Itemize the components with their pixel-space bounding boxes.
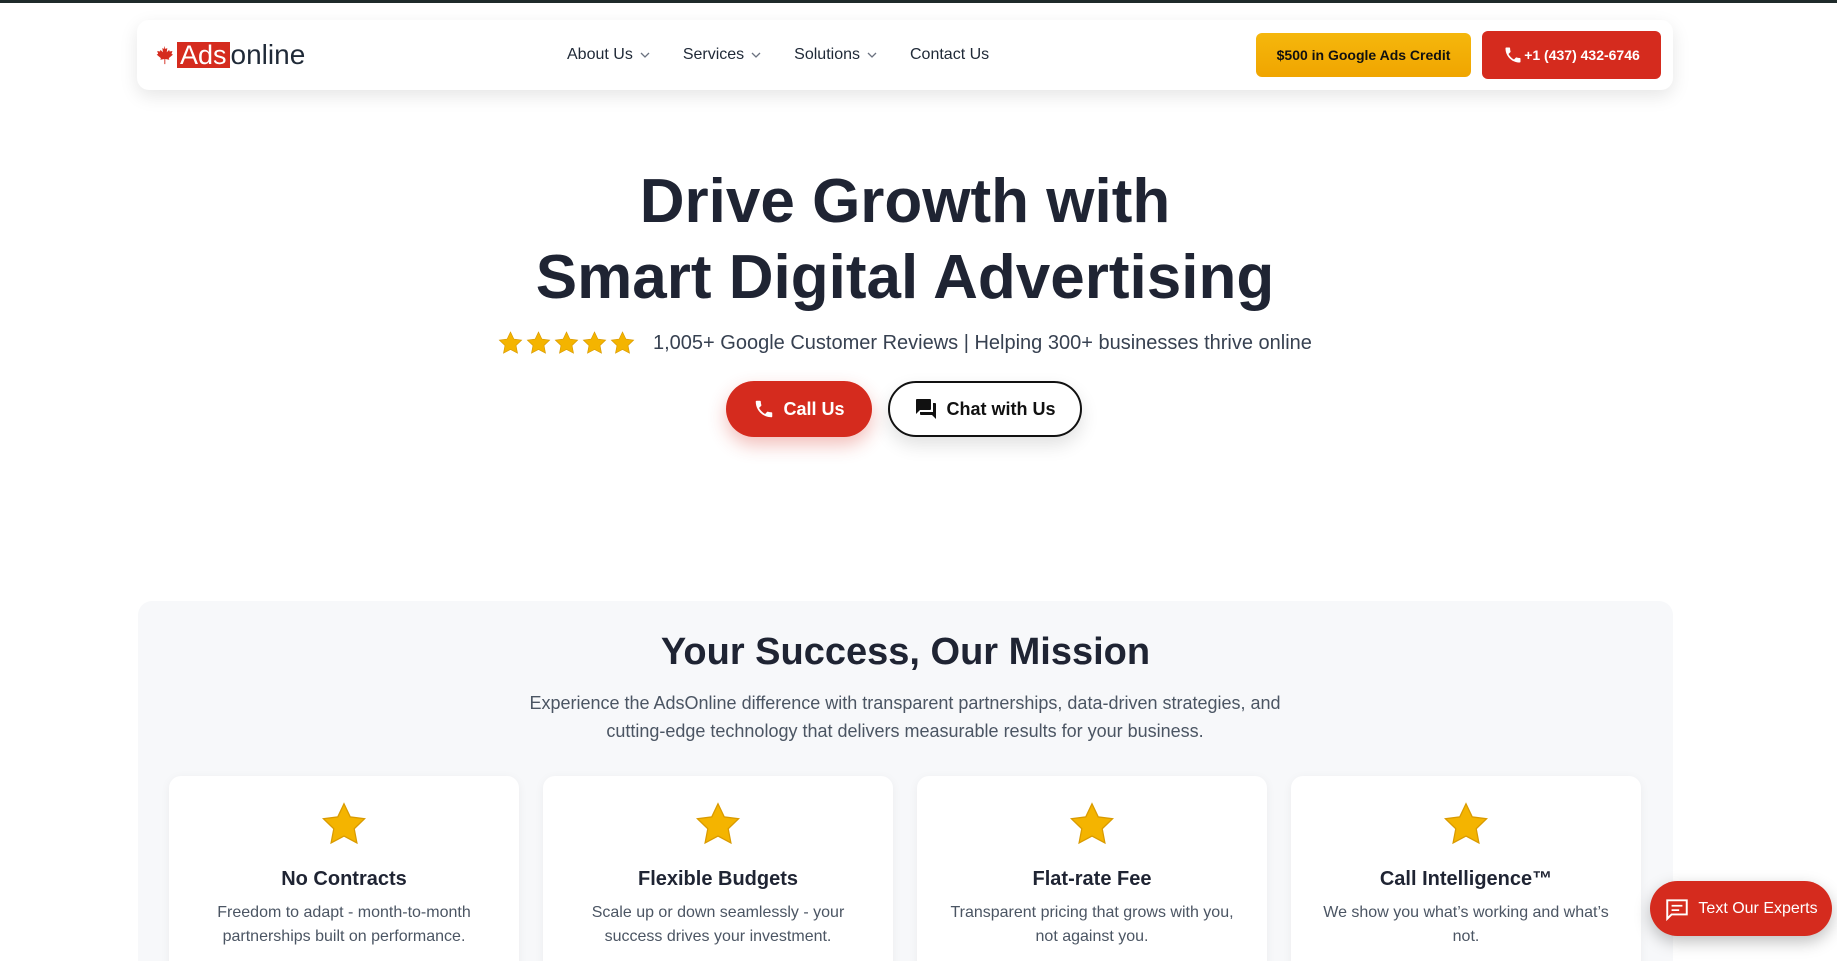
card-title: Flexible Budgets <box>637 868 799 890</box>
maple-leaf-icon <box>156 45 173 65</box>
logo[interactable]: Ads online <box>153 39 305 71</box>
mission-text-line2: cutting-edge technology that delivers me… <box>606 721 1204 741</box>
phone-icon <box>1505 47 1521 63</box>
hero-title: Drive Growth with Smart Digital Advertis… <box>0 164 1810 316</box>
card-text-line1: Transparent pricing that grows with you, <box>950 904 1234 921</box>
nav-item-services[interactable]: Services <box>683 46 762 64</box>
star-icon <box>554 330 579 354</box>
card-text: Freedom to adapt - month-to-month partne… <box>199 901 489 949</box>
logo-ads-text: Ads <box>177 42 230 69</box>
mission-section: Your Success, Our Mission Experience the… <box>138 601 1673 961</box>
hero-title-line1: Drive Growth with <box>639 167 1171 236</box>
star-icon <box>322 802 366 845</box>
credit-button-label: $500 in Google Ads Credit <box>1276 47 1451 63</box>
card-text-line2: not against you. <box>1035 928 1149 945</box>
feature-card-no-contracts: No Contracts Freedom to adapt - month-to… <box>169 776 519 961</box>
chat-with-us-label: Chat with Us <box>946 398 1056 419</box>
chevron-down-icon <box>751 52 761 58</box>
mission-text-line1: Experience the AdsOnline difference with… <box>529 693 1281 713</box>
hero-subtitle: 1,005+ Google Customer Reviews | Helping… <box>653 331 1312 354</box>
phone-icon <box>756 400 773 418</box>
feature-card-flexible-budgets: Flexible Budgets Scale up or down seamle… <box>543 776 893 961</box>
card-text-line2: partnerships built on performance. <box>222 928 466 945</box>
logo-online-text: online <box>230 39 306 70</box>
mission-title: Your Success, Our Mission <box>660 631 1151 673</box>
card-text-line1: Freedom to adapt - month-to-month <box>217 904 471 921</box>
chat-with-us-button[interactable]: Chat with Us <box>888 381 1082 437</box>
nav-label: Solutions <box>794 46 860 63</box>
mission-text: Experience the AdsOnline difference with… <box>505 689 1305 745</box>
call-us-label: Call Us <box>783 398 845 419</box>
site-header: Ads online About Us Services Solutions C… <box>137 20 1673 90</box>
card-text-line1: We show you what’s working and what’s <box>1323 904 1609 921</box>
star-icon <box>610 330 635 354</box>
chevron-down-icon <box>640 52 650 58</box>
feature-card-flat-rate-fee: Flat-rate Fee Transparent pricing that g… <box>917 776 1267 961</box>
phone-number-button[interactable]: +1 (437) 432-6746 <box>1482 31 1661 79</box>
main-nav: About Us Services Solutions Contact Us <box>567 20 1021 90</box>
card-text-line1: Scale up or down seamlessly - your <box>591 904 845 921</box>
message-icon <box>1666 898 1689 921</box>
star-icon <box>1444 802 1488 845</box>
card-text-line2: not. <box>1452 928 1480 945</box>
star-icon <box>498 330 523 354</box>
text-our-experts-label: Text Our Experts <box>1698 899 1818 917</box>
card-text: We show you what’s working and what’s no… <box>1321 901 1611 949</box>
nav-item-about-us[interactable]: About Us <box>567 46 651 64</box>
chat-icon <box>916 399 937 419</box>
chevron-down-icon <box>867 52 877 58</box>
nav-item-contact-us[interactable]: Contact Us <box>910 46 989 64</box>
text-our-experts-button[interactable]: Text Our Experts <box>1650 881 1832 936</box>
feature-card-call-intelligence: Call Intelligence™ We show you what’s wo… <box>1291 776 1641 961</box>
hero-rating: 1,005+ Google Customer Reviews | Helping… <box>497 328 1312 358</box>
phone-button-label: +1 (437) 432-6746 <box>1524 47 1640 63</box>
nav-label: Services <box>682 46 745 63</box>
card-title: Call Intelligence™ <box>1379 868 1553 890</box>
nav-label: About Us <box>567 46 633 63</box>
star-icon <box>526 330 551 354</box>
nav-label: Contact Us <box>910 46 990 63</box>
top-border <box>0 0 1837 3</box>
rating-stars <box>497 330 637 357</box>
card-title: No Contracts <box>281 868 407 890</box>
star-icon <box>1070 802 1114 845</box>
hero-title-line2: Smart Digital Advertising <box>535 243 1275 312</box>
card-text: Scale up or down seamlessly - your succe… <box>573 901 863 949</box>
card-text-line2: success drives your investment. <box>604 928 832 945</box>
star-icon <box>696 802 740 845</box>
call-us-button[interactable]: Call Us <box>726 381 872 437</box>
nav-item-solutions[interactable]: Solutions <box>794 46 878 64</box>
google-ads-credit-button[interactable]: $500 in Google Ads Credit <box>1256 33 1471 77</box>
star-icon <box>582 330 607 354</box>
card-title: Flat-rate Fee <box>1032 868 1152 890</box>
card-text: Transparent pricing that grows with you,… <box>947 901 1237 949</box>
